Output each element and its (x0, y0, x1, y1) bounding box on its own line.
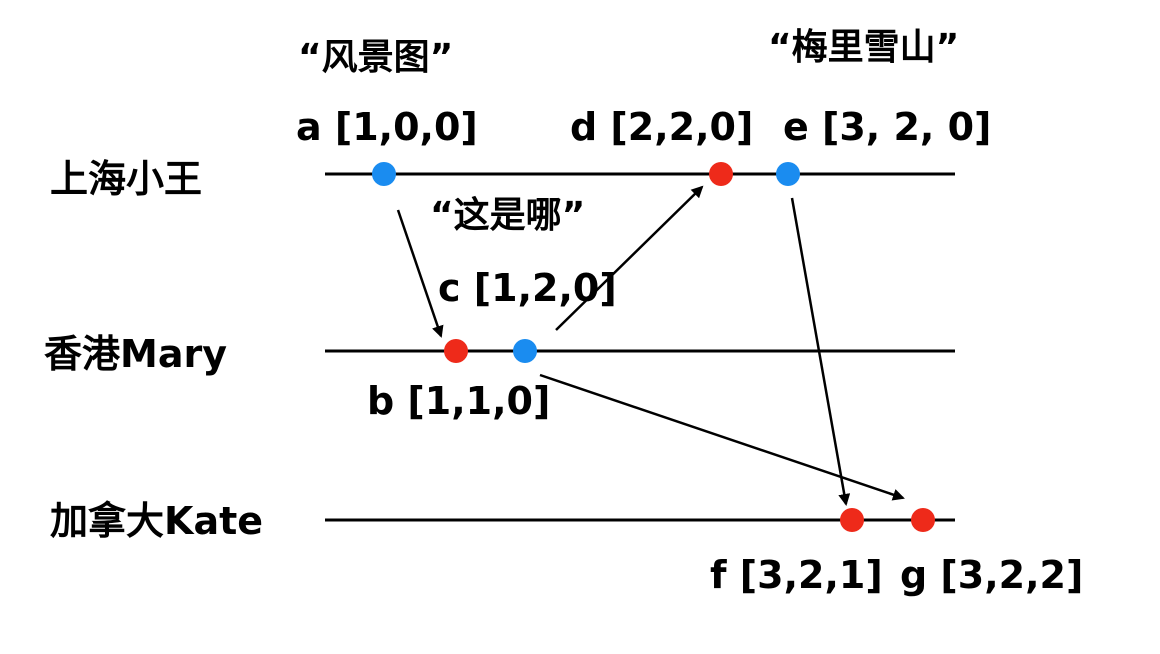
event-d-dot (709, 162, 733, 186)
event-f-dot (840, 508, 864, 532)
event-label-a: a [1,0,0] (296, 105, 478, 149)
message-arrow-c-to-g (539, 373, 905, 501)
message-label-landscape: “风景图” (298, 37, 454, 78)
process-label-hongkong: 香港Mary (44, 332, 227, 376)
event-c-dot (513, 339, 537, 363)
message-label-where: “这是哪” (430, 195, 586, 236)
event-g-dot (911, 508, 935, 532)
event-label-b: b [1,1,0] (367, 379, 551, 423)
event-label-c: c [1,2,0] (438, 266, 617, 310)
event-e-dot (776, 162, 800, 186)
process-label-canada: 加拿大Kate (50, 499, 264, 543)
event-b-dot (444, 339, 468, 363)
event-label-d: d [2,2,0] (570, 105, 754, 149)
process-label-shanghai: 上海小王 (50, 157, 203, 201)
event-a-dot (372, 162, 396, 186)
event-label-g: g [3,2,2] (900, 553, 1084, 597)
message-label-meili: “梅里雪山” (768, 27, 960, 68)
event-label-f: f [3,2,1] (710, 553, 883, 597)
event-label-e: e [3, 2, 0] (783, 105, 992, 149)
